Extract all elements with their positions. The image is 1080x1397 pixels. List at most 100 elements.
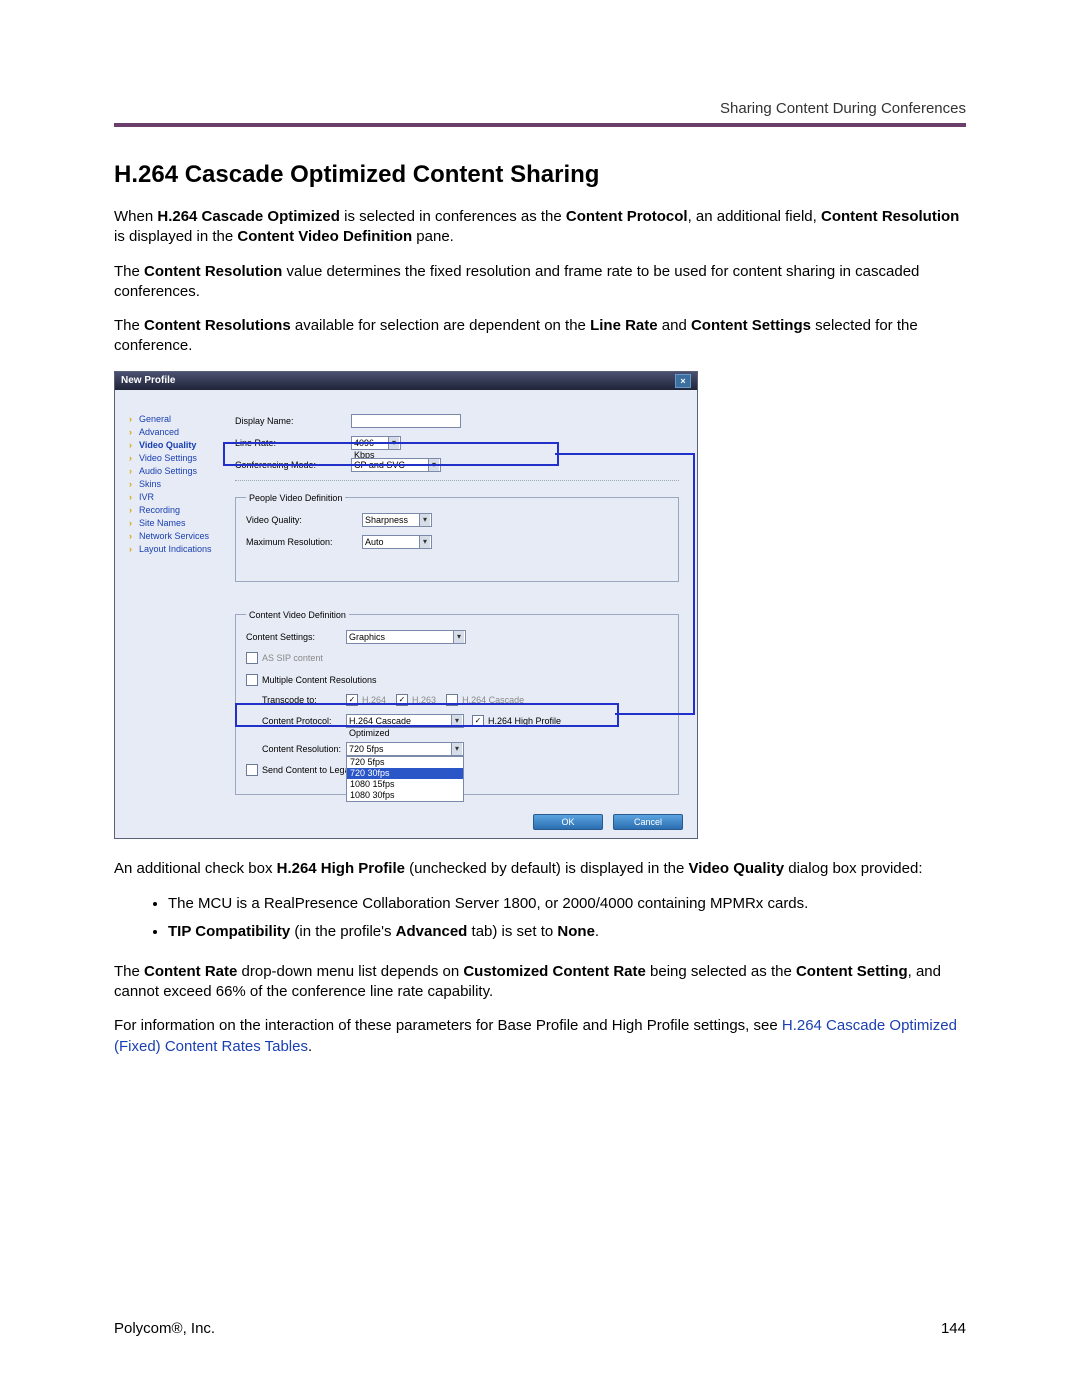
nav-item-ivr[interactable]: IVR	[129, 492, 225, 502]
text: An additional check box	[114, 860, 277, 877]
checkbox-icon: ✓	[472, 715, 484, 727]
text: For information on the interaction of th…	[114, 1017, 782, 1034]
dialog-title: New Profile	[121, 375, 175, 386]
as-sip-content-label: AS SIP content	[262, 653, 323, 663]
transcode-to-label: Transcode to:	[262, 695, 346, 705]
nav-item-site-names[interactable]: Site Names	[129, 518, 225, 528]
checkbox-icon: ✓	[346, 694, 358, 706]
h264-high-profile-checkbox[interactable]: ✓H.264 High Profile	[472, 715, 561, 727]
nav-item-skins[interactable]: Skins	[129, 479, 225, 489]
multiple-content-resolutions-checkbox[interactable]: Multiple Content Resolutions	[246, 674, 377, 686]
nav-item-layout-indications[interactable]: Layout Indications	[129, 544, 225, 554]
display-name-label: Display Name:	[235, 416, 351, 426]
text-bold: Line Rate	[590, 317, 658, 334]
checkbox-icon	[246, 652, 258, 664]
text: is selected in conferences as the	[340, 208, 566, 225]
nav-item-advanced[interactable]: Advanced	[129, 427, 225, 437]
transcode-h263-label: H.263	[412, 695, 436, 705]
text-bold: Content Rate	[144, 963, 237, 980]
text: (unchecked by default) is displayed in t…	[405, 860, 689, 877]
nav-item-video-quality[interactable]: Video Quality	[129, 440, 225, 450]
text: The	[114, 263, 144, 280]
text-bold: Customized Content Rate	[463, 963, 646, 980]
content-resolution-select[interactable]: 720 5fps	[346, 742, 464, 756]
bullet-list: The MCU is a RealPresence Collaboration …	[114, 893, 966, 944]
text: pane.	[412, 228, 454, 245]
content-resolution-dropdown[interactable]: 720 5fps 720 30fps 1080 15fps 1080 30fps	[346, 756, 464, 802]
content-settings-label: Content Settings:	[246, 632, 346, 642]
text-bold: Content Setting	[796, 963, 908, 980]
text: tab) is set to	[467, 923, 557, 940]
nav-item-network-services[interactable]: Network Services	[129, 531, 225, 541]
dialog-nav: General Advanced Video Quality Video Set…	[115, 390, 225, 838]
text: dialog box provided:	[784, 860, 922, 877]
nav-item-audio-settings[interactable]: Audio Settings	[129, 466, 225, 476]
text-bold: Content Settings	[691, 317, 811, 334]
list-item: TIP Compatibility (in the profile's Adva…	[168, 921, 966, 944]
text-bold: Content Resolutions	[144, 317, 291, 334]
text: drop-down menu list depends on	[237, 963, 463, 980]
checkbox-icon	[246, 674, 258, 686]
transcode-h264-checkbox[interactable]: ✓H.264	[346, 694, 386, 706]
video-quality-select[interactable]: Sharpness	[362, 513, 432, 527]
content-settings-select[interactable]: Graphics	[346, 630, 466, 644]
text-bold: TIP Compatibility	[168, 923, 290, 940]
dropdown-option[interactable]: 1080 15fps	[347, 779, 463, 790]
max-resolution-label: Maximum Resolution:	[246, 537, 362, 547]
content-legend: Content Video Definition	[246, 610, 349, 620]
text: .	[595, 923, 599, 940]
footer-page-number: 144	[941, 1320, 966, 1337]
line-rate-select[interactable]: 4096 Kbps	[351, 436, 401, 450]
dropdown-option[interactable]: 1080 30fps	[347, 790, 463, 801]
transcode-h263-checkbox[interactable]: ✓ H.263	[396, 694, 436, 706]
dialog-title-bar[interactable]: New Profile ×	[115, 372, 697, 390]
close-icon[interactable]: ×	[675, 374, 691, 388]
content-protocol-label: Content Protocol:	[262, 716, 346, 726]
text-bold: Content Protocol	[566, 208, 688, 225]
content-video-definition-pane: Content Video Definition Content Setting…	[235, 610, 679, 795]
checkbox-icon: ✓	[396, 694, 408, 706]
text: When	[114, 208, 157, 225]
document-page: Sharing Content During Conferences H.264…	[0, 0, 1080, 1397]
paragraph-1: When H.264 Cascade Optimized is selected…	[114, 207, 966, 248]
page-footer: Polycom®, Inc. 144	[114, 1320, 966, 1337]
text: The MCU is a RealPresence Collaboration …	[168, 895, 808, 912]
cancel-button[interactable]: Cancel	[613, 814, 683, 830]
transcode-h264-cascade-label: H.264 Cascade	[462, 695, 524, 705]
highlight-connector	[555, 453, 695, 455]
conferencing-mode-label: Conferencing Mode:	[235, 460, 351, 470]
paragraph-4: An additional check box H.264 High Profi…	[114, 859, 966, 879]
footer-company: Polycom®, Inc.	[114, 1320, 215, 1337]
text: , an additional field,	[688, 208, 821, 225]
content-protocol-select[interactable]: H.264 Cascade Optimized	[346, 714, 464, 728]
nav-item-general[interactable]: General	[129, 414, 225, 424]
new-profile-dialog: New Profile × General Advanced Video Qua…	[114, 371, 698, 839]
text: available for selection are dependent on…	[291, 317, 590, 334]
content-resolution-label: Content Resolution:	[262, 744, 346, 754]
ok-button[interactable]: OK	[533, 814, 603, 830]
checkbox-icon	[246, 764, 258, 776]
people-legend: People Video Definition	[246, 493, 345, 503]
paragraph-5: The Content Rate drop-down menu list dep…	[114, 962, 966, 1003]
paragraph-6: For information on the interaction of th…	[114, 1016, 966, 1057]
max-resolution-select[interactable]: Auto	[362, 535, 432, 549]
dropdown-option[interactable]: 720 30fps	[347, 768, 463, 779]
text: is displayed in the	[114, 228, 237, 245]
separator	[235, 480, 679, 481]
text-bold: Video Quality	[688, 860, 784, 877]
highlight-connector	[693, 453, 695, 713]
conferencing-mode-select[interactable]: CP and SVC	[351, 458, 441, 472]
dropdown-option[interactable]: 720 5fps	[347, 757, 463, 768]
dialog-body: General Advanced Video Quality Video Set…	[115, 390, 697, 838]
nav-item-video-settings[interactable]: Video Settings	[129, 453, 225, 463]
transcode-h264-cascade-checkbox[interactable]: H.264 Cascade	[446, 694, 524, 706]
text: The	[114, 317, 144, 334]
text-bold: Content Resolution	[821, 208, 959, 225]
text-bold: H.264 Cascade Optimized	[157, 208, 340, 225]
text: and	[658, 317, 691, 334]
display-name-input[interactable]	[351, 414, 461, 428]
checkbox-icon	[446, 694, 458, 706]
as-sip-content-checkbox[interactable]: AS SIP content	[246, 652, 323, 664]
paragraph-2: The Content Resolution value determines …	[114, 262, 966, 303]
nav-item-recording[interactable]: Recording	[129, 505, 225, 515]
